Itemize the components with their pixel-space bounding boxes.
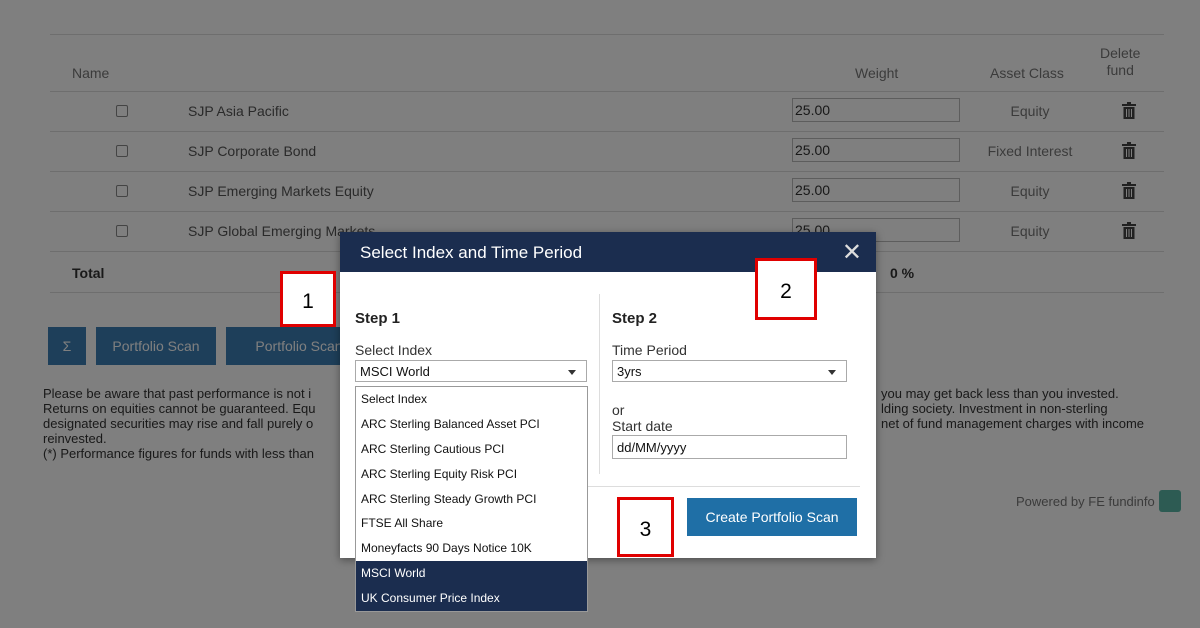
- time-period-value: 3yrs: [617, 364, 642, 379]
- start-date-input[interactable]: [612, 435, 847, 459]
- index-option[interactable]: Select Index: [356, 387, 587, 412]
- chevron-down-icon: [568, 370, 576, 375]
- index-option[interactable]: UK Consumer Price Index: [356, 586, 587, 612]
- close-icon[interactable]: ✕: [842, 238, 862, 267]
- index-option[interactable]: ARC Sterling Cautious PCI: [356, 437, 587, 462]
- step1-heading: Step 1: [355, 310, 401, 327]
- annotation-1: 1: [280, 271, 336, 327]
- index-option[interactable]: ARC Sterling Balanced Asset PCI: [356, 412, 587, 437]
- step-divider: [599, 294, 600, 474]
- index-option[interactable]: Moneyfacts 90 Days Notice 10K: [356, 536, 587, 561]
- chevron-down-icon: [828, 370, 836, 375]
- dialog-title: Select Index and Time Period: [360, 243, 583, 262]
- annotation-3: 3: [617, 497, 674, 557]
- select-index-dropdown[interactable]: MSCI World: [355, 360, 587, 382]
- index-option-selected[interactable]: MSCI World: [356, 561, 587, 587]
- create-portfolio-scan-button[interactable]: Create Portfolio Scan: [687, 498, 857, 536]
- index-option[interactable]: ARC Sterling Equity Risk PCI: [356, 462, 587, 487]
- index-option[interactable]: ARC Sterling Steady Growth PCI: [356, 487, 587, 512]
- time-period-dropdown[interactable]: 3yrs: [612, 360, 847, 382]
- or-label: or: [612, 402, 625, 418]
- start-date-label: Start date: [612, 418, 673, 434]
- index-dropdown-list: Select Index ARC Sterling Balanced Asset…: [355, 386, 588, 613]
- step2-heading: Step 2: [612, 310, 658, 327]
- select-index-label: Select Index: [355, 342, 433, 358]
- annotation-2: 2: [755, 258, 817, 320]
- time-period-label: Time Period: [612, 342, 687, 358]
- index-option[interactable]: FTSE All Share: [356, 511, 587, 536]
- select-index-value: MSCI World: [360, 364, 430, 379]
